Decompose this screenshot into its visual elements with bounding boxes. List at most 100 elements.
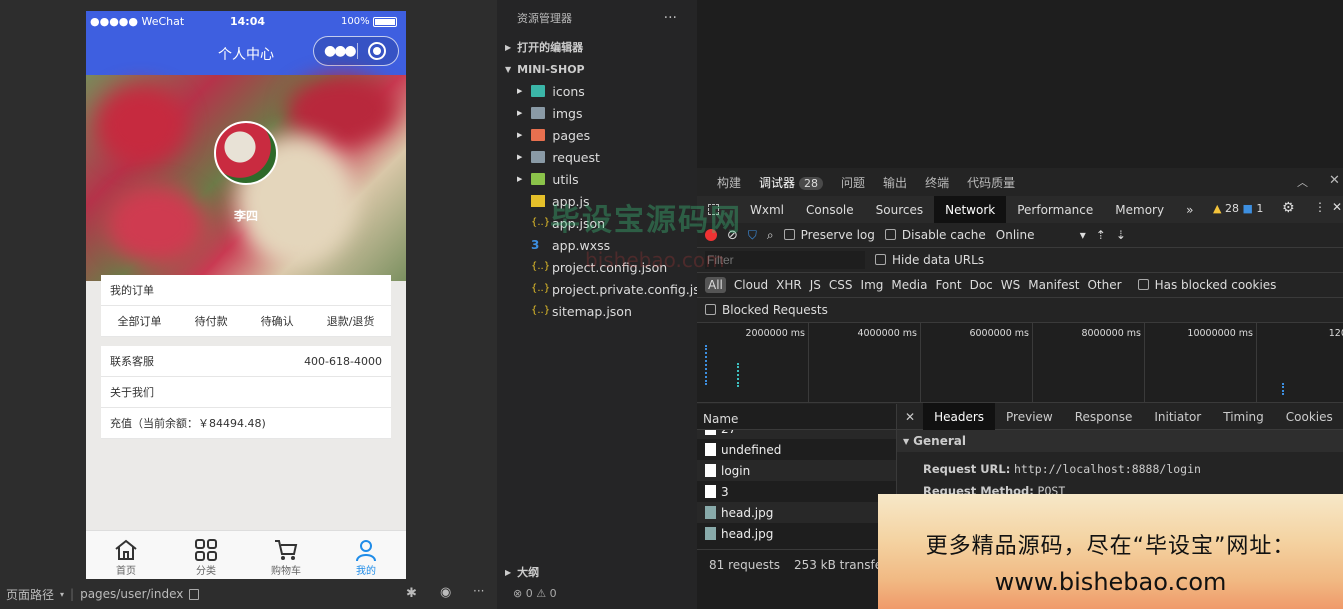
about-us-row[interactable]: 关于我们 bbox=[101, 377, 391, 408]
eye-icon[interactable]: ◉ bbox=[440, 585, 451, 600]
request-url-label: Request URL: bbox=[923, 462, 1011, 476]
type-doc[interactable]: Doc bbox=[970, 278, 993, 292]
file-tree-item[interactable]: ▶ imgs bbox=[497, 102, 697, 124]
hide-data-urls-checkbox[interactable]: Hide data URLs bbox=[875, 253, 984, 267]
warning-count[interactable]: ▲ 28 ■ 1 bbox=[1213, 202, 1263, 215]
disable-cache-checkbox[interactable]: Disable cache bbox=[884, 228, 986, 242]
tab-problems[interactable]: 问题 bbox=[841, 174, 865, 191]
close-icon[interactable]: ✕ bbox=[897, 410, 923, 424]
chevron-up-icon[interactable]: ︿ bbox=[1297, 174, 1308, 190]
preserve-log-checkbox[interactable]: Preserve log bbox=[783, 228, 875, 242]
promo-line-2: www.bishebao.com bbox=[994, 568, 1227, 596]
tab-cookies[interactable]: Cookies bbox=[1275, 403, 1343, 430]
file-tree-item[interactable]: ▶ icons bbox=[497, 80, 697, 102]
open-editors-section[interactable]: ▶ 打开的编辑器 bbox=[497, 36, 697, 58]
json-file-icon: {..} bbox=[531, 217, 551, 228]
type-font[interactable]: Font bbox=[935, 278, 961, 292]
tab-network[interactable]: Network bbox=[934, 196, 1007, 223]
tab-sources[interactable]: Sources bbox=[865, 196, 934, 223]
tab-timing[interactable]: Timing bbox=[1212, 403, 1275, 430]
tab-home[interactable]: 首页 bbox=[86, 531, 166, 579]
tab-headers[interactable]: Headers bbox=[923, 403, 996, 430]
type-js[interactable]: JS bbox=[810, 278, 821, 292]
table-row[interactable]: head.jpg bbox=[697, 502, 896, 523]
nav-bar: 个人中心 ●●● bbox=[86, 33, 406, 75]
download-icon[interactable]: ⇣ bbox=[1116, 228, 1126, 242]
name-column-header[interactable]: Name bbox=[697, 404, 896, 430]
general-section[interactable]: ▼ General bbox=[897, 430, 1343, 452]
recharge-row[interactable]: 充值（当前余额：￥84494.48) bbox=[101, 408, 391, 439]
bug-icon[interactable]: ✱ bbox=[406, 586, 417, 601]
close-circle-icon[interactable] bbox=[368, 42, 386, 60]
tab-preview[interactable]: Preview bbox=[995, 403, 1064, 430]
json-file-icon: {..} bbox=[531, 261, 551, 272]
type-cloud[interactable]: Cloud bbox=[734, 278, 768, 292]
tab-debugger[interactable]: 调试器 28 bbox=[759, 174, 824, 191]
copy-icon[interactable] bbox=[189, 588, 200, 600]
tab-output[interactable]: 输出 bbox=[883, 174, 907, 191]
gear-icon[interactable]: ⚙ bbox=[1282, 200, 1295, 216]
tab-build[interactable]: 构建 bbox=[717, 174, 741, 191]
filter-input[interactable] bbox=[705, 251, 865, 269]
avatar[interactable] bbox=[214, 121, 278, 185]
tab-console[interactable]: Console bbox=[795, 196, 865, 223]
table-row[interactable]: head.jpg bbox=[697, 523, 896, 544]
debug-top-tabs: 构建 调试器 28 问题 输出 终端 代码质量 ︿ ✕ bbox=[697, 168, 1343, 196]
table-row[interactable]: undefined bbox=[697, 439, 896, 460]
outline-section[interactable]: ▶ 大纲 bbox=[497, 561, 697, 583]
tab-initiator[interactable]: Initiator bbox=[1143, 403, 1212, 430]
close-icon[interactable]: ✕ bbox=[1329, 173, 1340, 188]
project-section[interactable]: ▼ MINI-SHOP bbox=[497, 58, 697, 80]
file-tree-item[interactable]: ▶ pages bbox=[497, 124, 697, 146]
tab-category[interactable]: 分类 bbox=[166, 531, 246, 579]
type-xhr[interactable]: XHR bbox=[776, 278, 802, 292]
type-media[interactable]: Media bbox=[891, 278, 927, 292]
throttle-select[interactable]: Online ▾ bbox=[996, 228, 1086, 242]
table-row[interactable]: 3 bbox=[697, 481, 896, 502]
tab-mine[interactable]: 我的 bbox=[326, 531, 406, 579]
tab-memory[interactable]: Memory bbox=[1104, 196, 1175, 223]
type-other[interactable]: Other bbox=[1087, 278, 1121, 292]
tab-response[interactable]: Response bbox=[1064, 403, 1144, 430]
close-icon[interactable]: ✕ bbox=[1332, 200, 1342, 214]
more-icon[interactable]: ··· bbox=[473, 584, 484, 598]
file-tree-item[interactable]: {..} sitemap.json bbox=[497, 300, 697, 322]
request-list: Name 27 undefined login 3 head.jpg head.jpg 8… bbox=[697, 404, 897, 609]
order-tab-confirm[interactable]: 待确认 bbox=[261, 313, 294, 329]
page-path-label[interactable]: 页面路径 bbox=[6, 586, 54, 603]
type-ws[interactable]: WS bbox=[1001, 278, 1020, 292]
search-icon[interactable]: ⌕ bbox=[767, 228, 774, 243]
tab-cart[interactable]: 购物车 bbox=[246, 531, 326, 579]
kebab-icon[interactable]: ⋮ bbox=[1314, 200, 1326, 214]
table-row[interactable]: login bbox=[697, 460, 896, 481]
type-all[interactable]: All bbox=[705, 277, 726, 293]
blocked-requests-checkbox[interactable]: Blocked Requests bbox=[705, 303, 828, 317]
filter-icon[interactable]: ⛉ bbox=[748, 228, 757, 243]
file-tree-item[interactable]: ▶ utils bbox=[497, 168, 697, 190]
contact-service-row[interactable]: 联系客服 400-618-4000 bbox=[101, 346, 391, 377]
request-name: undefined bbox=[721, 442, 782, 457]
order-tab-all[interactable]: 全部订单 bbox=[118, 313, 162, 329]
tab-code-quality[interactable]: 代码质量 bbox=[967, 174, 1015, 191]
problem-counts[interactable]: ⊗ 0 ⚠ 0 bbox=[513, 587, 557, 600]
order-tab-unpaid[interactable]: 待付款 bbox=[195, 313, 228, 329]
file-tree-item[interactable]: ▶ request bbox=[497, 146, 697, 168]
upload-icon[interactable]: ⇡ bbox=[1096, 228, 1106, 242]
file-name: request bbox=[552, 149, 600, 165]
grid-icon bbox=[195, 539, 217, 561]
file-tree-item[interactable]: {..} project.private.config.js... bbox=[497, 278, 697, 300]
type-manifest[interactable]: Manifest bbox=[1028, 278, 1079, 292]
blocked-cookies-checkbox[interactable]: Has blocked cookies bbox=[1137, 278, 1276, 292]
tab-terminal[interactable]: 终端 bbox=[925, 174, 949, 191]
type-img[interactable]: Img bbox=[861, 278, 884, 292]
tab-performance[interactable]: Performance bbox=[1006, 196, 1104, 223]
order-tab-refund[interactable]: 退款/退货 bbox=[327, 313, 375, 329]
type-css[interactable]: CSS bbox=[829, 278, 853, 292]
tab-wxml[interactable]: Wxml bbox=[739, 196, 795, 223]
table-row[interactable]: 27 bbox=[697, 430, 896, 439]
detail-tabs: ✕ Headers Preview Response Initiator Tim… bbox=[897, 403, 1343, 430]
more-tabs-icon[interactable]: » bbox=[1175, 196, 1204, 223]
orders-card: 我的订单 全部订单 待付款 待确认 退款/退货 bbox=[101, 275, 391, 337]
more-icon[interactable]: ··· bbox=[664, 10, 677, 26]
more-dots-icon[interactable]: ●●● bbox=[324, 43, 357, 59]
